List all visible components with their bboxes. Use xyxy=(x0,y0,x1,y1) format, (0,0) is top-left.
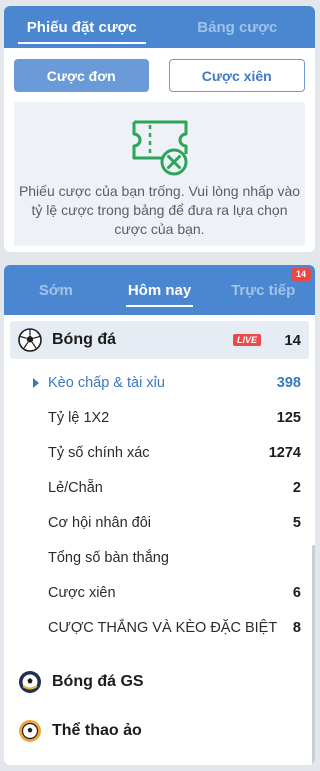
market-label: Lẻ/Chẵn xyxy=(48,479,103,496)
market-label: Kèo chấp & tài xỉu xyxy=(48,374,165,391)
sport-item-soccer-gs[interactable]: Bóng đá GS xyxy=(10,663,309,701)
market-label: Cơ hội nhân đôi xyxy=(48,514,152,531)
bet-slip-tabs: Phiếu đặt cược Bảng cược xyxy=(4,6,315,48)
scrollbar[interactable] xyxy=(312,545,315,765)
market-double-chance[interactable]: Cơ hội nhân đôi 5 xyxy=(4,505,301,540)
sports-panel: Sớm Hôm nay Trực tiếp 14 Bóng đá LIVE 14… xyxy=(4,265,315,765)
tab-bet-table[interactable]: Bảng cược xyxy=(160,6,316,48)
market-correct-score[interactable]: Tỷ số chính xác 1274 xyxy=(4,435,301,470)
market-label: Tỷ số chính xác xyxy=(48,444,150,461)
market-label: Tổng số bàn thắng xyxy=(48,549,169,566)
market-handicap-overunder[interactable]: Kèo chấp & tài xỉu 398 xyxy=(4,365,301,400)
market-count: 2 xyxy=(292,479,301,496)
sports-tabs: Sớm Hôm nay Trực tiếp 14 xyxy=(4,265,315,315)
sport-count: 14 xyxy=(284,331,301,349)
sport-item-soccer[interactable]: Bóng đá LIVE 14 xyxy=(10,321,309,359)
market-outright-specials[interactable]: CƯỢC THẮNG VÀ KÈO ĐẶC BIỆT 8 xyxy=(4,610,301,645)
market-count: 398 xyxy=(276,374,301,391)
soccer-gs-icon xyxy=(19,671,41,693)
market-count: 1274 xyxy=(268,444,301,461)
parlay-bet-button[interactable]: Cược xiên xyxy=(168,59,305,92)
tab-today[interactable]: Hôm nay xyxy=(108,265,212,315)
market-count: 125 xyxy=(276,409,301,426)
market-count: 6 xyxy=(292,584,301,601)
tab-bet-slip[interactable]: Phiếu đặt cược xyxy=(4,6,160,48)
live-badge: LIVE xyxy=(232,334,261,346)
empty-bet-slip: Phiếu cược của bạn trống. Vui lòng nhấp … xyxy=(14,102,305,246)
market-count: 5 xyxy=(292,514,301,531)
sport-item-virtual-sports[interactable]: Thể thao ảo xyxy=(10,712,309,750)
market-label: Tỷ lệ 1X2 xyxy=(48,409,110,426)
market-parlay[interactable]: Cược xiên 6 xyxy=(4,575,301,610)
market-label: Cược xiên xyxy=(48,584,116,601)
bet-slip-panel: Phiếu đặt cược Bảng cược Cược đơn Cược x… xyxy=(4,6,315,252)
soccer-ball-icon xyxy=(18,328,42,352)
market-count: 8 xyxy=(292,619,301,636)
sport-name: Bóng đá xyxy=(52,331,116,348)
virtual-sports-icon xyxy=(19,720,41,742)
market-total-goals[interactable]: Tổng số bàn thắng xyxy=(4,540,301,575)
sport-name: Thể thao ảo xyxy=(52,722,142,739)
market-label: CƯỢC THẮNG VÀ KÈO ĐẶC BIỆT xyxy=(48,619,278,636)
caret-right-icon xyxy=(33,378,39,388)
tab-live[interactable]: Trực tiếp 14 xyxy=(211,265,315,315)
market-odd-even[interactable]: Lẻ/Chẵn 2 xyxy=(4,470,301,505)
tab-early[interactable]: Sớm xyxy=(4,265,108,315)
sport-name: Bóng đá GS xyxy=(52,673,144,690)
empty-bet-slip-message: Phiếu cược của bạn trống. Vui lòng nhấp … xyxy=(18,183,301,237)
ticket-cancel-icon xyxy=(132,120,188,176)
market-1x2[interactable]: Tỷ lệ 1X2 125 xyxy=(4,400,301,435)
tab-live-label: Trực tiếp xyxy=(231,281,296,299)
live-count-badge: 14 xyxy=(291,268,312,281)
single-bet-button[interactable]: Cược đơn xyxy=(14,59,149,92)
